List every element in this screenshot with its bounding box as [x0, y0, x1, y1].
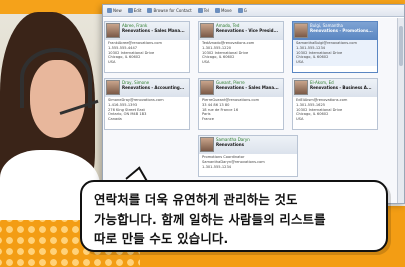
- contact-card-header: Abree, Frank Renovations - Sales Mana...: [105, 22, 189, 40]
- contact-card[interactable]: Amado, Ted Renovations - Vice Presid... …: [198, 21, 284, 73]
- contact-title: Renovations - Accounting...: [122, 85, 185, 90]
- contact-details: SimoneDray@renovations.com 1-416-555-139…: [108, 98, 164, 122]
- toolbar-edit-button[interactable]: Edit: [127, 8, 141, 13]
- move-icon: [215, 8, 220, 13]
- avatar: [200, 137, 214, 152]
- contact-details: PierreGueant@renovations.com 33 44 86 13…: [202, 98, 260, 122]
- avatar: [106, 80, 120, 95]
- avatar: [294, 80, 308, 95]
- toolbar-tel-button[interactable]: Tel: [197, 8, 209, 13]
- contact-details: TedAmado@renovations.com 1-301-555-1220 …: [202, 41, 255, 65]
- contacts-window: New Edit Browse for Contact Tel Move G A…: [102, 4, 405, 204]
- avatar: [200, 23, 214, 38]
- new-icon: [107, 8, 112, 13]
- phone-icon: [197, 8, 203, 13]
- speech-bubble-text: 연락처를 더욱 유연하게 관리하는 것도 가능합니다. 함께 일하는 사람들의 …: [94, 192, 326, 246]
- vertical-scrollbar[interactable]: [397, 18, 404, 203]
- contact-card-selected[interactable]: Bulgi, Samantha Renovations - Promotions…: [292, 21, 378, 73]
- contact-card-header: Bulgi, Samantha Renovations - Promotions…: [293, 22, 377, 40]
- toolbar-move-button[interactable]: Move: [215, 8, 232, 13]
- scrollbar-thumb[interactable]: [399, 26, 403, 66]
- avatar: [294, 23, 308, 38]
- avatar: [200, 80, 214, 95]
- contact-card[interactable]: Samantha Daryn Renovations Promotions Co…: [198, 135, 298, 177]
- contact-details: FrankAbree@renovations.com 1-555-555-444…: [108, 41, 162, 65]
- contact-details: Promotions Coordinator SamanthaDaryn@ren…: [202, 155, 265, 169]
- toolbar-g-button[interactable]: G: [237, 8, 247, 13]
- speech-bubble: 연락처를 더욱 유연하게 관리하는 것도 가능합니다. 함께 일하는 사람들의 …: [80, 180, 388, 252]
- contact-title: Renovations - Business A...: [310, 85, 372, 90]
- edit-icon: [127, 8, 133, 13]
- browse-icon: [147, 8, 153, 13]
- contact-title: Renovations - Sales Mana...: [216, 85, 279, 90]
- avatar: [106, 23, 120, 38]
- contact-card[interactable]: Abree, Frank Renovations - Sales Mana...…: [104, 21, 190, 73]
- contact-title: Renovations - Vice Presid...: [216, 28, 279, 33]
- group-icon: [237, 8, 243, 13]
- screenshot-stage: New Edit Browse for Contact Tel Move G A…: [0, 0, 405, 267]
- contact-card[interactable]: Dray, Simone Renovations - Accounting...…: [104, 78, 190, 130]
- contacts-toolbar: New Edit Browse for Contact Tel Move G: [103, 5, 404, 17]
- contact-title: Renovations: [216, 142, 244, 147]
- contact-card-header: Dray, Simone Renovations - Accounting...: [105, 79, 189, 97]
- contact-title: Renovations - Sales Mana...: [122, 28, 185, 33]
- toolbar-new-button[interactable]: New: [107, 8, 122, 13]
- headset-icon: [20, 48, 92, 108]
- toolbar-browse-button[interactable]: Browse for Contact: [147, 8, 192, 13]
- contact-card-header: Samantha Daryn Renovations: [199, 136, 297, 154]
- contact-details: EdElAksm@renovations.com 1-301-555-1625 …: [296, 98, 348, 122]
- contact-card-header: El-Aksm, Ed Renovations - Business A...: [293, 79, 377, 97]
- contact-card-header: Gueant, Pierre Renovations - Sales Mana.…: [199, 79, 283, 97]
- contact-card-header: Amado, Ted Renovations - Vice Presid...: [199, 22, 283, 40]
- contact-card[interactable]: Gueant, Pierre Renovations - Sales Mana.…: [198, 78, 284, 130]
- contact-details: SamanthaBulgi@renovations.com 1-301-555-…: [293, 40, 377, 66]
- contact-cards-view: Abree, Frank Renovations - Sales Mana...…: [103, 18, 404, 203]
- contact-title: Renovations - Promotions...: [310, 28, 373, 33]
- contact-card[interactable]: El-Aksm, Ed Renovations - Business A... …: [292, 78, 378, 130]
